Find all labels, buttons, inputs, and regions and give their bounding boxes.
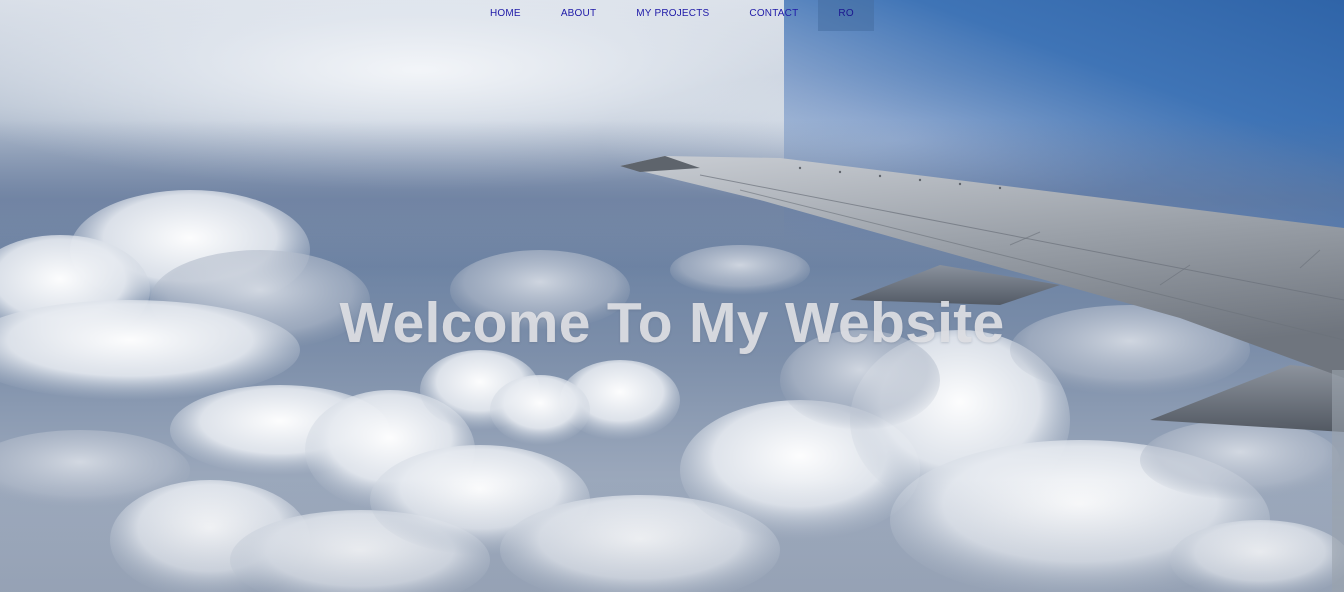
nav-language-ro-link[interactable]: RO: [818, 0, 874, 31]
nav-my-projects-link[interactable]: MY PROJECTS: [616, 0, 729, 31]
top-navigation: HOME ABOUT MY PROJECTS CONTACT RO: [470, 0, 874, 31]
nav-contact-link[interactable]: CONTACT: [729, 0, 818, 31]
hero-title: Welcome To My Website: [339, 291, 1005, 355]
nav-home-link[interactable]: HOME: [470, 0, 541, 31]
nav-about-link[interactable]: ABOUT: [541, 0, 616, 31]
